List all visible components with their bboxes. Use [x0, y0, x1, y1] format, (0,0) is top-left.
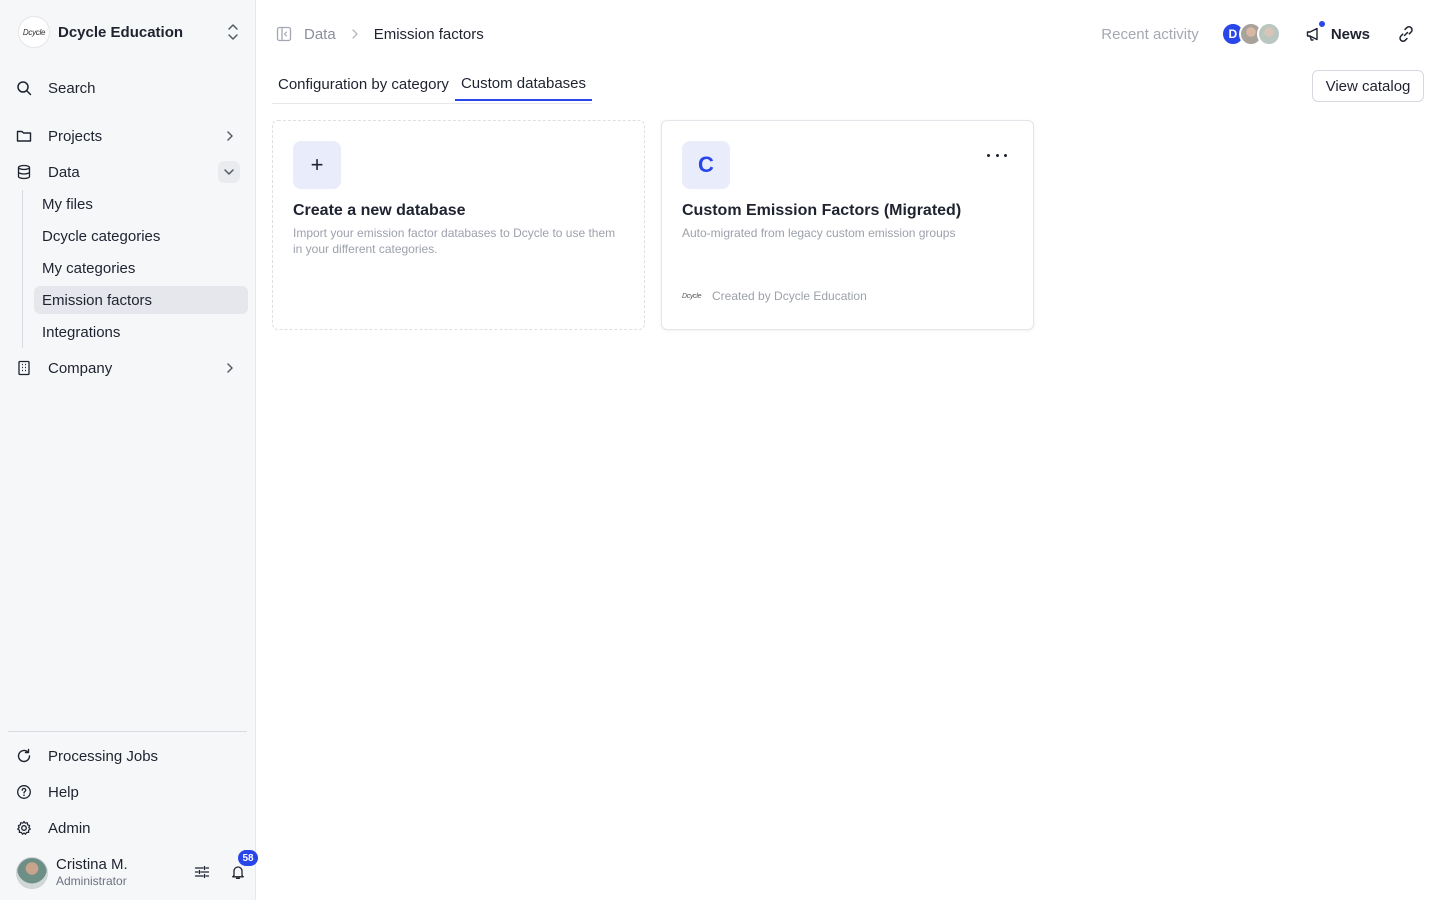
- tabs: Configuration by category Custom databas…: [272, 72, 593, 104]
- sidebar-item-my-files[interactable]: My files: [34, 190, 248, 218]
- data-subnav: My files Dcycle categories My categories…: [22, 190, 248, 348]
- sidebar-item-emission-factors[interactable]: Emission factors: [34, 286, 248, 314]
- sidebar-item-label: Search: [48, 79, 96, 97]
- sidebar-item-label: Help: [48, 783, 79, 801]
- sidebar-item-data[interactable]: Data: [8, 156, 248, 188]
- sidebar-item-my-categories[interactable]: My categories: [34, 254, 248, 282]
- card-title: Custom Emission Factors (Migrated): [682, 202, 962, 219]
- sidebar-item-company[interactable]: Company: [8, 352, 248, 384]
- org-name: Dcycle Education: [58, 23, 184, 41]
- view-catalog-button[interactable]: View catalog: [1312, 70, 1424, 102]
- database-initial-icon: C: [682, 141, 730, 189]
- chevron-right-icon[interactable]: [222, 128, 238, 144]
- sidebar-item-integrations[interactable]: Integrations: [34, 318, 248, 346]
- news-button[interactable]: News: [1305, 20, 1370, 43]
- news-unread-dot: [1317, 20, 1326, 28]
- create-database-card[interactable]: + Create a new database Import your emis…: [272, 120, 645, 330]
- card-description: Auto-migrated from legacy custom emissio…: [682, 226, 956, 240]
- sidebar-item-label: Data: [48, 163, 80, 181]
- breadcrumb-current: Emission factors: [373, 25, 484, 43]
- notifications-button[interactable]: 58: [228, 850, 258, 882]
- folder-icon: [16, 128, 32, 144]
- refresh-icon: [16, 748, 32, 764]
- chevrons-up-down-icon[interactable]: [226, 22, 240, 42]
- breadcrumb-data-link[interactable]: Data: [304, 26, 336, 43]
- database-icon: [16, 164, 32, 180]
- card-title: Create a new database: [293, 202, 466, 219]
- sidebar-item-help[interactable]: Help: [8, 776, 248, 808]
- creator-logo: Dcycle: [682, 292, 702, 300]
- collaborator-avatars[interactable]: D: [1220, 22, 1281, 46]
- user-role: Administrator: [56, 874, 127, 888]
- user-profile[interactable]: Cristina M. Administrator 58: [16, 850, 258, 890]
- sidebar-item-label: Processing Jobs: [48, 747, 159, 765]
- megaphone-icon: [1305, 20, 1326, 43]
- created-by-text: Created by Dcycle Education: [712, 289, 867, 303]
- sidebar-item-admin[interactable]: Admin: [8, 812, 248, 844]
- help-circle-icon: [16, 784, 32, 800]
- ellipsis-icon[interactable]: [987, 149, 1007, 161]
- recent-activity-link[interactable]: Recent activity: [1101, 26, 1199, 43]
- chevron-down-icon[interactable]: [218, 161, 240, 183]
- notification-count-badge: 58: [238, 850, 258, 866]
- breadcrumb: Data Emission factors: [276, 23, 484, 45]
- avatar: [16, 857, 48, 889]
- plus-icon: +: [293, 141, 341, 189]
- org-switcher[interactable]: Dcycle Dcycle Education: [18, 16, 248, 48]
- database-card[interactable]: C Custom Emission Factors (Migrated) Aut…: [661, 120, 1034, 330]
- sidebar-item-dcycle-categories[interactable]: Dcycle categories: [34, 222, 248, 250]
- building-icon: [16, 360, 32, 376]
- chevron-right-icon: [351, 29, 358, 39]
- gear-icon: [16, 820, 32, 836]
- user-name: Cristina M.: [56, 856, 128, 873]
- sliders-icon[interactable]: [192, 862, 212, 882]
- card-description: Import your emission factor databases to…: [293, 226, 616, 256]
- link-icon[interactable]: [1396, 24, 1416, 44]
- card-creator: Dcycle Created by Dcycle Education: [682, 289, 867, 303]
- search-icon: [16, 80, 32, 96]
- chevron-right-icon[interactable]: [222, 360, 238, 376]
- topbar: Data Emission factors Recent activity D …: [256, 0, 1440, 64]
- panel-toggle-icon[interactable]: [276, 26, 292, 42]
- sidebar-item-label: Company: [48, 359, 113, 377]
- org-logo: Dcycle: [18, 16, 50, 48]
- news-label: News: [1330, 25, 1370, 43]
- sidebar-item-processing-jobs[interactable]: Processing Jobs: [8, 740, 248, 772]
- sidebar-item-search[interactable]: Search: [8, 72, 248, 104]
- sidebar-item-label: Projects: [48, 127, 103, 145]
- sidebar-item-projects[interactable]: Projects: [8, 120, 248, 152]
- bell-icon: [232, 866, 244, 879]
- tab-custom-databases[interactable]: Custom databases: [454, 68, 593, 101]
- sidebar: Dcycle Dcycle Education Search Projects …: [0, 0, 258, 900]
- collaborator-avatar: [1256, 22, 1281, 46]
- sidebar-item-label: Admin: [48, 819, 91, 837]
- sidebar-divider: [8, 731, 247, 732]
- tab-configuration-by-category[interactable]: Configuration by category: [272, 68, 455, 100]
